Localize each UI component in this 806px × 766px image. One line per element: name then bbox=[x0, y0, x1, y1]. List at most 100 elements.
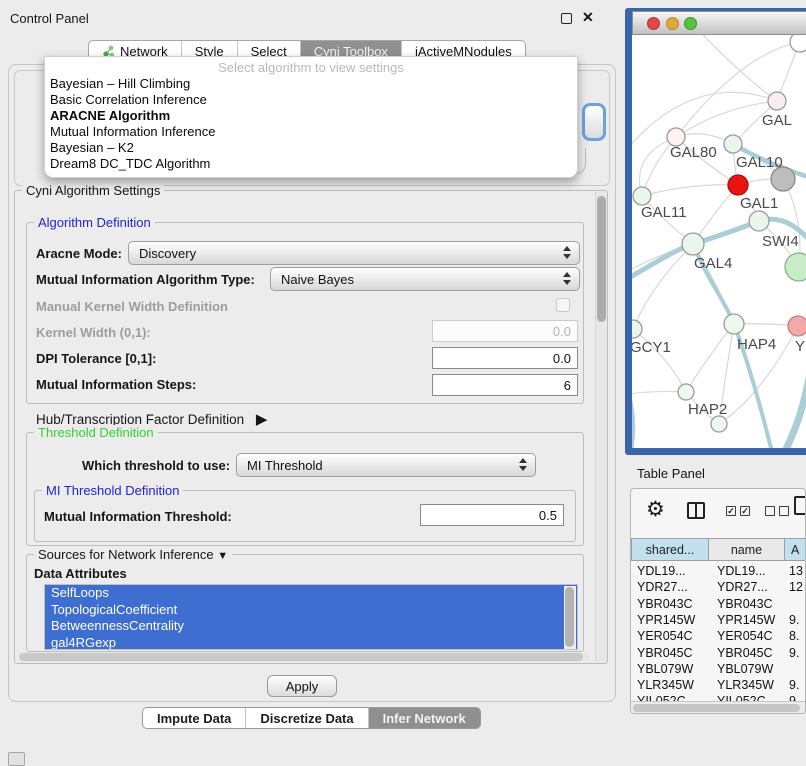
close-panel-icon[interactable]: ✕ bbox=[582, 9, 594, 26]
column-header-name[interactable]: name bbox=[709, 538, 785, 561]
algorithm-dropdown-popup: Select algorithm to view settings Bayesi… bbox=[44, 56, 578, 178]
table-row[interactable]: YBR045CYBR045C9. bbox=[631, 646, 805, 662]
mi-threshold-field[interactable]: 0.5 bbox=[420, 504, 564, 526]
table-cell: YLR345W bbox=[717, 678, 789, 692]
settings-vertical-scrollbar[interactable] bbox=[595, 192, 607, 662]
combo-spinner-icon bbox=[519, 458, 528, 471]
attribute-item-betweennesscentrality[interactable]: BetweennessCentrality bbox=[45, 618, 577, 635]
algorithm-option-mutual-information-inference[interactable]: Mutual Information Inference bbox=[45, 124, 577, 140]
which-threshold-combo[interactable]: MI Threshold bbox=[236, 453, 536, 477]
network-canvas[interactable]: GALGAL80GAL10GAL1GAL11SWI4GAL4GCY1HAP4YH… bbox=[632, 35, 806, 448]
table-cell: YDR27... bbox=[637, 580, 711, 594]
attribute-item-topologicalcoefficient[interactable]: TopologicalCoefficient bbox=[45, 602, 577, 619]
network-window-titlebar[interactable] bbox=[632, 11, 806, 35]
network-node-gal4[interactable] bbox=[682, 233, 704, 255]
algorithm-option-basic-correlation-inference[interactable]: Basic Correlation Inference bbox=[45, 92, 577, 108]
network-node-label: GAL80 bbox=[670, 144, 717, 161]
attributes-list-scrollbar[interactable] bbox=[564, 586, 576, 649]
control-panel-title: Control Panel bbox=[10, 11, 89, 26]
table-cell: 9. bbox=[789, 613, 806, 627]
network-node-label: Y bbox=[795, 338, 805, 355]
dpi-tolerance-label: DPI Tolerance [0,1]: bbox=[36, 351, 156, 366]
aracne-mode-combo[interactable]: Discovery bbox=[128, 241, 580, 265]
network-node-swi4[interactable] bbox=[749, 211, 769, 231]
network-node-gal10[interactable] bbox=[724, 135, 742, 153]
which-threshold-label: Which threshold to use: bbox=[82, 458, 230, 473]
network-node[interactable] bbox=[785, 253, 806, 281]
table-row[interactable]: YDL19...YDL19...13 bbox=[631, 564, 805, 580]
column-header-shared[interactable]: shared... bbox=[631, 538, 709, 561]
column-header-a[interactable]: A bbox=[785, 538, 806, 561]
table-cell: 8. bbox=[789, 629, 806, 643]
table-cell: YPR145W bbox=[637, 613, 711, 627]
bottom-tab-discretize-data[interactable]: Discretize Data bbox=[245, 708, 367, 728]
mi-type-combo[interactable]: Naive Bayes bbox=[270, 267, 580, 291]
document-icon[interactable] bbox=[794, 496, 806, 515]
table-cell: YBR043C bbox=[717, 597, 789, 611]
checked-checkbox-icon[interactable]: ✓ bbox=[740, 506, 750, 516]
network-node[interactable] bbox=[790, 35, 806, 52]
table-row[interactable]: YDR27...YDR27...12 bbox=[631, 580, 805, 596]
network-node-gal1[interactable] bbox=[728, 175, 748, 195]
threshold-definition-title: Threshold Definition bbox=[34, 425, 158, 440]
algorithm-option-bayesian-k2[interactable]: Bayesian – K2 bbox=[45, 140, 577, 156]
table-cell: YBR045C bbox=[717, 646, 789, 660]
mi-type-label: Mutual Information Algorithm Type: bbox=[36, 272, 255, 287]
focused-combo-fragment[interactable] bbox=[582, 103, 606, 141]
apply-button[interactable]: Apply bbox=[267, 675, 337, 697]
dpi-tolerance-field[interactable]: 0.0 bbox=[432, 347, 578, 369]
table-cell: YLR345W bbox=[637, 678, 711, 692]
network-view-window: GALGAL80GAL10GAL1GAL11SWI4GAL4GCY1HAP4YH… bbox=[625, 8, 806, 455]
checked-checkbox-icon[interactable]: ✓ bbox=[726, 506, 736, 516]
table-horizontal-scrollbar[interactable] bbox=[631, 701, 805, 713]
attribute-item-gal4rgexp[interactable]: gal4RGexp bbox=[45, 635, 577, 651]
network-node-gal11[interactable] bbox=[633, 187, 651, 205]
column-layout-icon[interactable] bbox=[687, 502, 705, 519]
float-panel-icon[interactable] bbox=[561, 13, 572, 24]
network-node-label: GAL10 bbox=[736, 154, 783, 171]
network-node-hap2[interactable] bbox=[678, 384, 694, 400]
mac-close-button[interactable] bbox=[647, 17, 660, 30]
expanded-arrow-icon[interactable]: ▼ bbox=[217, 550, 228, 562]
network-edge bbox=[692, 35, 777, 101]
table-cell: YBL079W bbox=[717, 662, 789, 676]
table-row[interactable]: YER054CYER054C8. bbox=[631, 629, 805, 645]
manual-kernel-checkbox[interactable] bbox=[556, 298, 570, 312]
sources-title-text: Sources for Network Inference bbox=[38, 547, 214, 562]
algorithm-option-bayesian-hill-climbing[interactable]: Bayesian – Hill Climbing bbox=[45, 76, 577, 92]
network-node-gal[interactable] bbox=[768, 92, 786, 110]
mac-minimize-button[interactable] bbox=[666, 17, 679, 30]
table-row[interactable]: YLR345WYLR345W9. bbox=[631, 678, 805, 694]
table-cell: YDL19... bbox=[717, 564, 789, 578]
mi-steps-field[interactable]: 6 bbox=[432, 374, 578, 396]
attribute-item-selfloops[interactable]: SelfLoops bbox=[45, 585, 577, 602]
algorithm-option-dream8-dc-tdc-algorithm[interactable]: Dream8 DC_TDC Algorithm bbox=[45, 156, 577, 172]
unchecked-checkbox-icon[interactable] bbox=[779, 506, 789, 516]
network-node[interactable] bbox=[711, 416, 727, 432]
collapsed-panel-icon[interactable] bbox=[8, 752, 25, 766]
network-node-hap4[interactable] bbox=[724, 314, 744, 334]
settings-group-title: Cyni Algorithm Settings bbox=[22, 183, 164, 198]
table-panel: ⚙ ✓ ✓ shared...nameA YDL19...YDL19...13Y… bbox=[630, 488, 806, 714]
network-node-label: SWI4 bbox=[762, 233, 799, 250]
mi-steps-label: Mutual Information Steps: bbox=[36, 377, 196, 392]
table-row[interactable]: YBL079WYBL079W bbox=[631, 662, 805, 678]
gear-icon[interactable]: ⚙ bbox=[646, 497, 665, 522]
network-node-y[interactable] bbox=[788, 316, 806, 336]
bottom-tab-infer-network[interactable]: Infer Network bbox=[368, 708, 480, 728]
table-row[interactable]: YPR145WYPR145W9. bbox=[631, 613, 805, 629]
mac-zoom-button[interactable] bbox=[684, 17, 697, 30]
manual-kernel-label: Manual Kernel Width Definition bbox=[36, 299, 228, 314]
which-threshold-value: MI Threshold bbox=[247, 458, 323, 473]
table-cell: YER054C bbox=[637, 629, 711, 643]
table-row[interactable]: YBR043CYBR043C bbox=[631, 597, 805, 613]
combo-spinner-icon bbox=[563, 246, 572, 259]
kernel-width-field[interactable]: 0.0 bbox=[432, 320, 578, 342]
settings-horizontal-scrollbar[interactable] bbox=[18, 652, 590, 662]
bottom-tab-impute-data[interactable]: Impute Data bbox=[143, 708, 245, 728]
table-cell: YBR045C bbox=[637, 646, 711, 660]
algorithm-option-aracne-algorithm[interactable]: ARACNE Algorithm bbox=[45, 108, 577, 124]
table-cell: 9. bbox=[789, 678, 806, 692]
collapsed-arrow-icon: ▶ bbox=[256, 411, 268, 428]
unchecked-checkbox-icon[interactable] bbox=[765, 506, 775, 516]
